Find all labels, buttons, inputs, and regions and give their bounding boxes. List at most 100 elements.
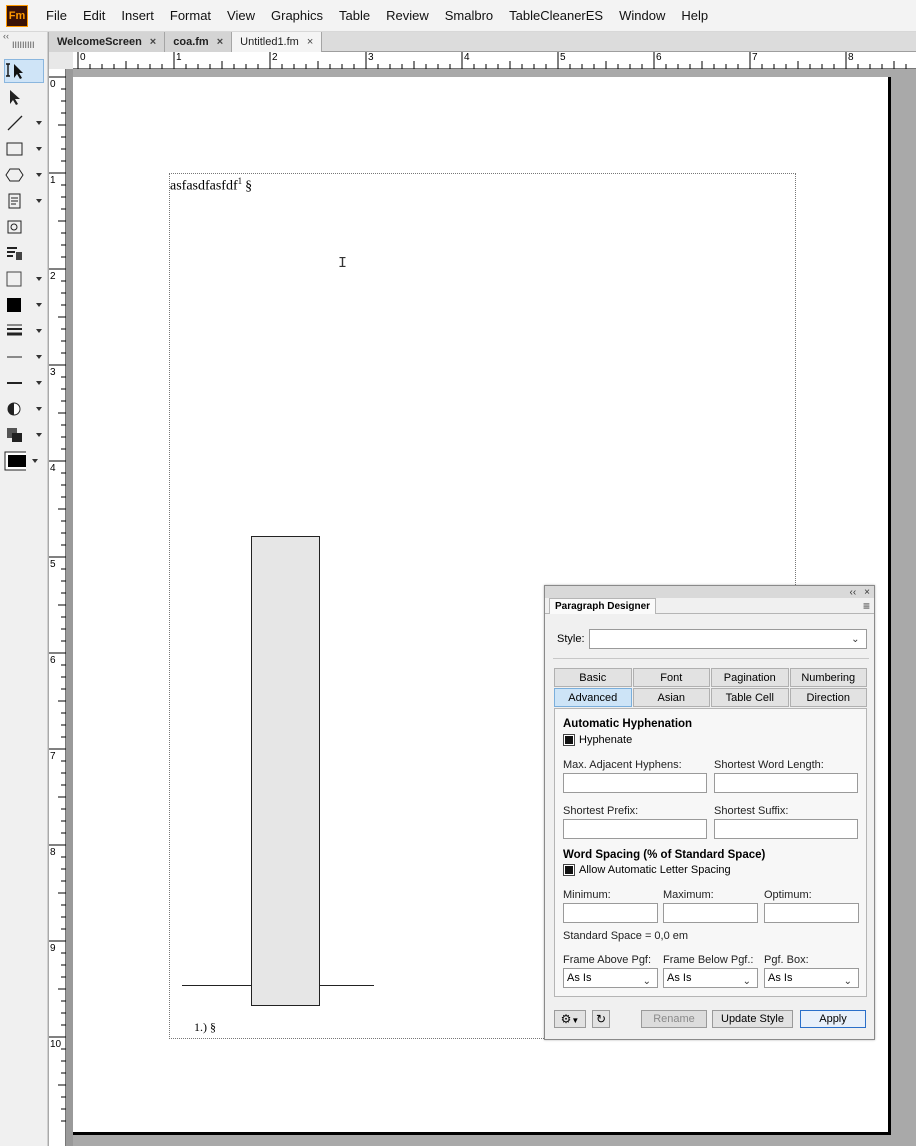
- ruler-label: 4: [50, 463, 56, 474]
- menu-tablecleaneres[interactable]: TableCleanerES: [501, 0, 611, 32]
- tab-advanced[interactable]: Advanced: [554, 688, 632, 707]
- tools-palette: ‹‹ IIIIIIIII: [0, 32, 48, 1146]
- pgf-box-select[interactable]: As Is ⌄: [764, 968, 859, 988]
- dropdown-arrow-icon[interactable]: [36, 199, 42, 203]
- menu-view[interactable]: View: [219, 0, 263, 32]
- close-icon[interactable]: ×: [307, 36, 313, 48]
- standard-space-text: Standard Space = 0,0 em: [563, 930, 689, 942]
- dropdown-arrow-icon[interactable]: [36, 355, 42, 359]
- panel-tab-paragraph-designer[interactable]: Paragraph Designer: [549, 597, 657, 614]
- toolbar-header: ‹‹ IIIIIIIII: [0, 32, 47, 50]
- menu-edit[interactable]: Edit: [75, 0, 113, 32]
- tab-font[interactable]: Font: [632, 668, 710, 687]
- toolbar-grip-icon[interactable]: IIIIIIIII: [3, 41, 47, 50]
- anchor-line-left[interactable]: [182, 985, 252, 986]
- overprint-tool[interactable]: [4, 423, 44, 447]
- menu-items: File Edit Insert Format View Graphics Table Rev…: [38, 0, 716, 32]
- tab-table-cell[interactable]: Table Cell: [711, 688, 789, 707]
- text-cursor-icon: I: [338, 255, 348, 272]
- menu-insert[interactable]: Insert: [113, 0, 162, 32]
- tab-asian[interactable]: Asian: [632, 688, 710, 707]
- tab-coa[interactable]: coa.fm ×: [165, 32, 233, 52]
- hotspot-tool[interactable]: [4, 241, 44, 265]
- vertical-ruler[interactable]: 0 1 2 3 4 5 6 7 8 9 10: [49, 69, 66, 1146]
- letter-spacing-checkbox[interactable]: Allow Automatic Letter Spacing: [563, 864, 731, 876]
- frame-below-select[interactable]: As Is ⌄: [663, 968, 758, 988]
- color-tool[interactable]: [4, 449, 44, 473]
- shortest-suffix-field[interactable]: [714, 819, 858, 839]
- dropdown-arrow-icon[interactable]: [36, 433, 42, 437]
- close-icon[interactable]: ×: [864, 587, 870, 598]
- panel-menu-icon[interactable]: ≡: [863, 599, 870, 613]
- rectangle-object[interactable]: [251, 536, 320, 1006]
- settings-menu-button[interactable]: ⚙▼: [554, 1010, 586, 1028]
- anchor-line-right[interactable]: [320, 985, 374, 986]
- horizontal-ruler[interactable]: 0 1 2 3 4 5 6 7 8: [73, 52, 916, 69]
- menu-file[interactable]: File: [38, 0, 75, 32]
- designer-tabs: Basic Font Pagination Numbering Advanced Asia…: [554, 668, 867, 707]
- shortest-word-length-field[interactable]: [714, 773, 858, 793]
- menu-help[interactable]: Help: [673, 0, 716, 32]
- max-adjacent-hyphens-field[interactable]: [563, 773, 707, 793]
- tab-direction[interactable]: Direction: [789, 688, 867, 707]
- panel-titlebar: ‹‹ ×: [545, 586, 874, 598]
- letter-spacing-label: Allow Automatic Letter Spacing: [579, 864, 731, 876]
- dropdown-arrow-icon[interactable]: [36, 147, 42, 151]
- rename-button[interactable]: Rename: [641, 1010, 707, 1028]
- style-row: Style: ⌄: [557, 629, 867, 649]
- dropdown-arrow-icon[interactable]: [36, 121, 42, 125]
- line-width-tool[interactable]: [4, 319, 44, 343]
- dropdown-arrow-icon[interactable]: [36, 329, 42, 333]
- shortest-prefix-field[interactable]: [563, 819, 707, 839]
- style-select[interactable]: ⌄: [588, 629, 867, 649]
- text-frame-tool[interactable]: [4, 189, 44, 213]
- polygon-tool[interactable]: [4, 163, 44, 187]
- footnote-text[interactable]: 1.) §: [194, 1020, 216, 1035]
- thick-line-icon: [4, 372, 26, 394]
- line-tool[interactable]: [4, 111, 44, 135]
- close-icon[interactable]: ×: [217, 36, 223, 48]
- dropdown-arrow-icon[interactable]: [36, 381, 42, 385]
- menu-format[interactable]: Format: [162, 0, 219, 32]
- minimum-field[interactable]: [563, 903, 658, 923]
- dropdown-arrow-icon[interactable]: [36, 303, 42, 307]
- optimum-field[interactable]: [764, 903, 859, 923]
- tab-welcome-screen[interactable]: WelcomeScreen ×: [49, 32, 166, 52]
- pen-color-tool[interactable]: [4, 293, 44, 317]
- frame-below-value: As Is: [667, 972, 692, 984]
- dropdown-arrow-icon[interactable]: [36, 407, 42, 411]
- rectangle-tool[interactable]: [4, 137, 44, 161]
- tab-basic[interactable]: Basic: [554, 668, 632, 687]
- hyphenate-checkbox[interactable]: Hyphenate: [563, 734, 632, 746]
- paragraph-text[interactable]: asfasdfasfdf1 §: [170, 176, 252, 195]
- refresh-button[interactable]: ↻: [592, 1010, 610, 1028]
- dash-pattern-tool[interactable]: [4, 371, 44, 395]
- dropdown-arrow-icon[interactable]: [36, 277, 42, 281]
- chevron-down-icon: ⌄: [742, 976, 751, 987]
- dropdown-arrow-icon[interactable]: [32, 459, 38, 463]
- menu-window[interactable]: Window: [611, 0, 673, 32]
- tab-numbering[interactable]: Numbering: [789, 668, 867, 687]
- menu-table[interactable]: Table: [331, 0, 378, 32]
- dropdown-arrow-icon[interactable]: [36, 173, 42, 177]
- maximum-field[interactable]: [663, 903, 758, 923]
- smart-select-tool[interactable]: [4, 59, 44, 83]
- menu-smalbro[interactable]: Smalbro: [437, 0, 501, 32]
- apply-button[interactable]: Apply: [800, 1010, 866, 1028]
- max-adjacent-hyphens-label: Max. Adjacent Hyphens:: [563, 759, 682, 771]
- graphic-frame-tool[interactable]: [4, 215, 44, 239]
- frame-above-select[interactable]: As Is ⌄: [563, 968, 658, 988]
- collapse-icon[interactable]: ‹‹: [849, 587, 856, 598]
- menu-review[interactable]: Review: [378, 0, 437, 32]
- line-end-tool[interactable]: [4, 345, 44, 369]
- tint-tool[interactable]: [4, 397, 44, 421]
- tab-untitled1[interactable]: Untitled1.fm ×: [232, 32, 323, 52]
- tab-pagination[interactable]: Pagination: [711, 668, 789, 687]
- object-select-tool[interactable]: [4, 85, 44, 109]
- ruler-label: 7: [50, 751, 56, 762]
- close-icon[interactable]: ×: [150, 36, 156, 48]
- fill-tool[interactable]: [4, 267, 44, 291]
- update-style-button[interactable]: Update Style: [712, 1010, 793, 1028]
- menu-graphics[interactable]: Graphics: [263, 0, 331, 32]
- refresh-icon: ↻: [595, 1012, 607, 1026]
